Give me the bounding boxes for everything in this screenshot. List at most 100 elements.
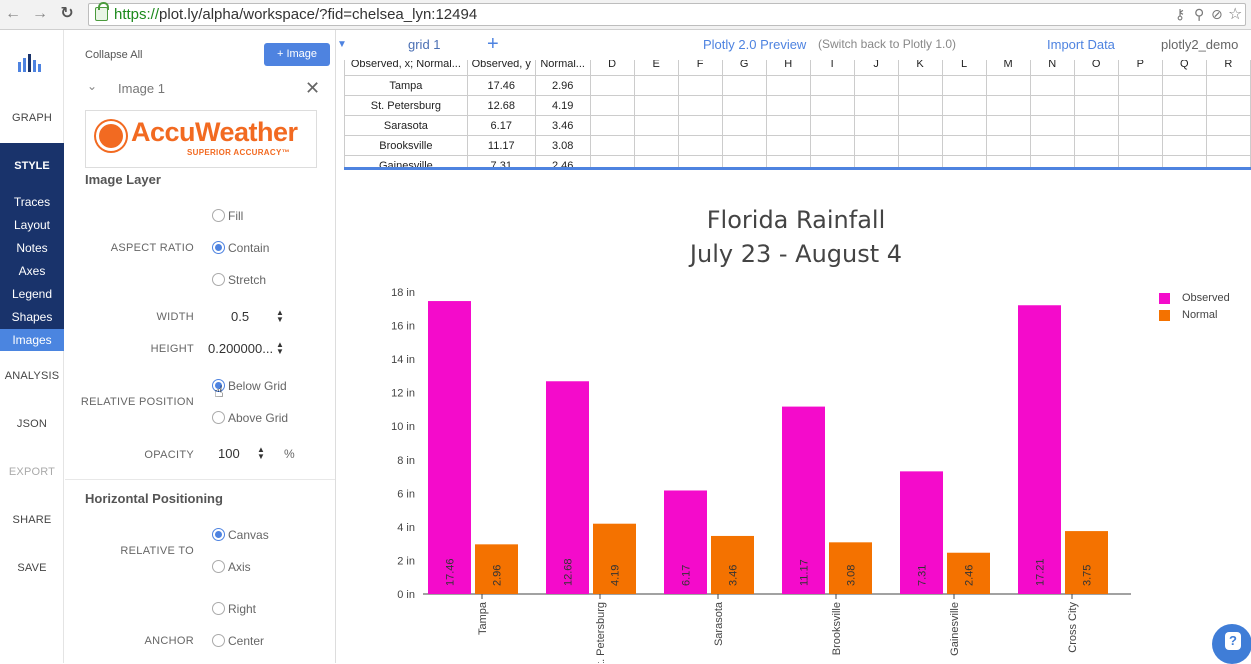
grid-cell[interactable] bbox=[853, 75, 899, 96]
grid-cell[interactable] bbox=[985, 135, 1031, 156]
grid-cell[interactable] bbox=[985, 155, 1031, 167]
zoom-icon[interactable]: ⚲ bbox=[1194, 6, 1204, 23]
width-input[interactable]: 0.5 bbox=[231, 309, 249, 324]
grid-cell[interactable] bbox=[897, 95, 943, 116]
switch-back-link[interactable]: (Switch back to Plotly 1.0) bbox=[818, 37, 956, 51]
grid-tab[interactable]: grid 1 bbox=[408, 37, 441, 52]
grid-cell[interactable] bbox=[765, 95, 811, 116]
grid-cell[interactable] bbox=[897, 135, 943, 156]
grid-column-header[interactable]: R bbox=[1205, 60, 1251, 76]
rail-style-traces[interactable]: Traces bbox=[0, 191, 64, 213]
grid-cell[interactable] bbox=[721, 95, 767, 116]
grid-cell[interactable]: 2.96 bbox=[534, 75, 591, 96]
grid-cell[interactable] bbox=[941, 75, 987, 96]
grid-cell[interactable] bbox=[1117, 135, 1163, 156]
grid-cell[interactable] bbox=[633, 115, 679, 136]
aspect-fill-radio[interactable]: Fill bbox=[212, 209, 243, 223]
grid-cell[interactable] bbox=[677, 135, 723, 156]
grid-cell[interactable] bbox=[897, 115, 943, 136]
grid-cell[interactable] bbox=[809, 115, 855, 136]
grid-cell[interactable] bbox=[721, 115, 767, 136]
height-input[interactable]: 0.200000... bbox=[208, 341, 273, 356]
grid-column-header[interactable]: D bbox=[589, 60, 635, 76]
grid-cell[interactable] bbox=[677, 75, 723, 96]
grid-column-header[interactable]: Observed, y bbox=[466, 60, 536, 76]
grid-column-header[interactable]: M bbox=[985, 60, 1031, 76]
grid-cell[interactable] bbox=[633, 135, 679, 156]
grid-cell[interactable] bbox=[853, 115, 899, 136]
grid-column-header[interactable]: G bbox=[721, 60, 767, 76]
close-icon[interactable]: ✕ bbox=[305, 78, 320, 99]
grid-column-header[interactable]: K bbox=[897, 60, 943, 76]
grid-cell[interactable] bbox=[589, 135, 635, 156]
anchor-center-radio[interactable]: Center bbox=[212, 634, 264, 648]
rail-style[interactable]: STYLE bbox=[0, 160, 64, 172]
grid-cell[interactable] bbox=[589, 115, 635, 136]
grid-cell[interactable]: Tampa bbox=[344, 75, 468, 96]
grid-column-header[interactable]: L bbox=[941, 60, 987, 76]
grid-cell[interactable] bbox=[1205, 115, 1251, 136]
grid-cell[interactable] bbox=[1117, 75, 1163, 96]
grid-column-header[interactable]: I bbox=[809, 60, 855, 76]
relative-canvas-radio[interactable]: Canvas bbox=[212, 528, 269, 542]
grid-cell[interactable] bbox=[1161, 155, 1207, 167]
grid-cell[interactable] bbox=[941, 155, 987, 167]
grid-cell[interactable] bbox=[1029, 75, 1075, 96]
grid-cell[interactable] bbox=[721, 75, 767, 96]
grid-cell[interactable] bbox=[809, 135, 855, 156]
grid-cell[interactable] bbox=[721, 155, 767, 167]
grid-cell[interactable] bbox=[897, 75, 943, 96]
rail-style-layout[interactable]: Layout bbox=[0, 214, 64, 236]
grid-cell[interactable] bbox=[1073, 95, 1119, 116]
width-stepper-icon[interactable]: ▲ ▼ bbox=[276, 309, 284, 324]
grid-cell[interactable] bbox=[765, 155, 811, 167]
grid-cell[interactable] bbox=[941, 115, 987, 136]
grid-cell[interactable] bbox=[985, 115, 1031, 136]
grid-cell[interactable]: St. Petersburg bbox=[344, 95, 468, 116]
address-bar[interactable]: https://plot.ly/alpha/workspace/?fid=che… bbox=[88, 2, 1246, 26]
grid-cell[interactable] bbox=[853, 135, 899, 156]
rail-analysis[interactable]: ANALYSIS bbox=[0, 370, 64, 382]
grid-cell[interactable] bbox=[589, 75, 635, 96]
add-image-button[interactable]: + Image bbox=[264, 43, 330, 66]
rail-save[interactable]: SAVE bbox=[0, 562, 64, 574]
grid-cell[interactable]: 3.08 bbox=[534, 135, 591, 156]
aspect-stretch-radio[interactable]: Stretch bbox=[212, 273, 266, 287]
reload-icon[interactable]: ↻ bbox=[58, 5, 76, 23]
grid-cell[interactable]: 7.31 bbox=[466, 155, 536, 167]
grid-column-header[interactable]: Normal... bbox=[534, 60, 591, 76]
grid-cell[interactable] bbox=[765, 135, 811, 156]
forward-icon[interactable]: → bbox=[31, 5, 49, 23]
grid-column-header[interactable]: Q bbox=[1161, 60, 1207, 76]
grid-cell[interactable]: Gainesville bbox=[344, 155, 468, 167]
relative-axis-radio[interactable]: Axis bbox=[212, 560, 251, 574]
grid-cell[interactable] bbox=[1205, 155, 1251, 167]
grid-cell[interactable] bbox=[1205, 95, 1251, 116]
chevron-down-icon[interactable]: ⌄ bbox=[87, 79, 97, 93]
grid-cell[interactable] bbox=[1073, 75, 1119, 96]
grid-column-header[interactable]: H bbox=[765, 60, 811, 76]
grid-cell[interactable] bbox=[1161, 95, 1207, 116]
grid-cell[interactable] bbox=[1205, 135, 1251, 156]
grid-cell[interactable] bbox=[1117, 155, 1163, 167]
grid-cell[interactable] bbox=[853, 95, 899, 116]
grid-cell[interactable]: Sarasota bbox=[344, 115, 468, 136]
grid-column-header[interactable]: F bbox=[677, 60, 723, 76]
rail-json[interactable]: JSON bbox=[0, 418, 64, 430]
plotly-logo-icon[interactable] bbox=[16, 50, 44, 74]
grid-cell[interactable] bbox=[765, 115, 811, 136]
grid-cell[interactable] bbox=[853, 155, 899, 167]
grid-cell[interactable]: 3.46 bbox=[534, 115, 591, 136]
grid-cell[interactable] bbox=[1117, 95, 1163, 116]
grid-cell[interactable] bbox=[633, 75, 679, 96]
grid-cell[interactable] bbox=[1117, 115, 1163, 136]
grid-column-header[interactable]: N bbox=[1029, 60, 1075, 76]
grid-cell[interactable] bbox=[1029, 95, 1075, 116]
data-grid[interactable]: Observed, x; Normal... Observed, y Normal.… bbox=[344, 60, 1251, 170]
grid-column-header[interactable]: E bbox=[633, 60, 679, 76]
rail-style-notes[interactable]: Notes bbox=[0, 237, 64, 259]
rail-share[interactable]: SHARE bbox=[0, 514, 64, 526]
image-item-header[interactable]: ⌄ Image 1 ✕ bbox=[85, 78, 325, 99]
grid-cell[interactable] bbox=[809, 155, 855, 167]
rail-graph[interactable]: GRAPH bbox=[0, 112, 64, 124]
